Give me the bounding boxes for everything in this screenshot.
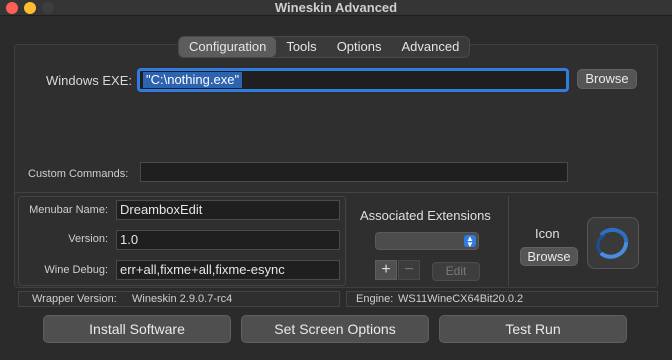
chevron-updown-icon: ▲ ▼ [464, 235, 476, 249]
app-icon-well[interactable] [587, 217, 639, 269]
menubar-name-label: Menubar Name: [29, 204, 108, 216]
wine-debug-label: Wine Debug: [44, 264, 108, 276]
edit-extension-button[interactable]: Edit [432, 262, 480, 281]
engine-value: WS11WineCX64Bit20.0.2 [398, 293, 524, 305]
vertical-divider [508, 196, 509, 286]
tab-advanced[interactable]: Advanced [392, 37, 470, 57]
set-screen-options-button[interactable]: Set Screen Options [241, 315, 429, 343]
icon-browse-button[interactable]: Browse [520, 247, 578, 266]
section-divider [15, 192, 657, 193]
icon-label: Icon [535, 226, 560, 241]
wine-debug-field[interactable]: err+all,fixme+all,fixme-esync [116, 260, 340, 280]
exe-browse-button[interactable]: Browse [577, 69, 637, 89]
menubar-name-field[interactable]: DreamboxEdit [116, 200, 340, 220]
test-run-button[interactable]: Test Run [439, 315, 627, 343]
add-extension-button[interactable]: + [375, 260, 397, 280]
extensions-dropdown[interactable]: ▲ ▼ [375, 232, 479, 250]
windows-exe-selected-text: "C:\nothing.exe" [143, 72, 243, 88]
engine-label: Engine: [356, 293, 394, 305]
tab-configuration[interactable]: Configuration [179, 37, 277, 57]
windows-exe-field[interactable]: "C:\nothing.exe" [137, 68, 569, 92]
custom-commands-field[interactable] [140, 162, 568, 182]
wrapper-version-label: Wrapper Version: [32, 293, 117, 305]
tab-options[interactable]: Options [327, 37, 392, 57]
tab-bar: Configuration Tools Options Advanced [178, 36, 471, 58]
app-logo-icon [596, 227, 629, 259]
wrapper-version-value: Wineskin 2.9.0.7-rc4 [132, 293, 233, 305]
remove-extension-button[interactable]: − [398, 260, 420, 280]
tab-tools[interactable]: Tools [276, 37, 326, 57]
associated-extensions-title: Associated Extensions [360, 208, 491, 223]
install-software-button[interactable]: Install Software [43, 315, 231, 343]
custom-commands-label: Custom Commands: [28, 168, 129, 180]
version-field[interactable]: 1.0 [116, 230, 340, 250]
window-title: Wineskin Advanced [274, 0, 398, 15]
windows-exe-label: Windows EXE: [46, 73, 132, 88]
version-label: Version: [68, 233, 108, 245]
